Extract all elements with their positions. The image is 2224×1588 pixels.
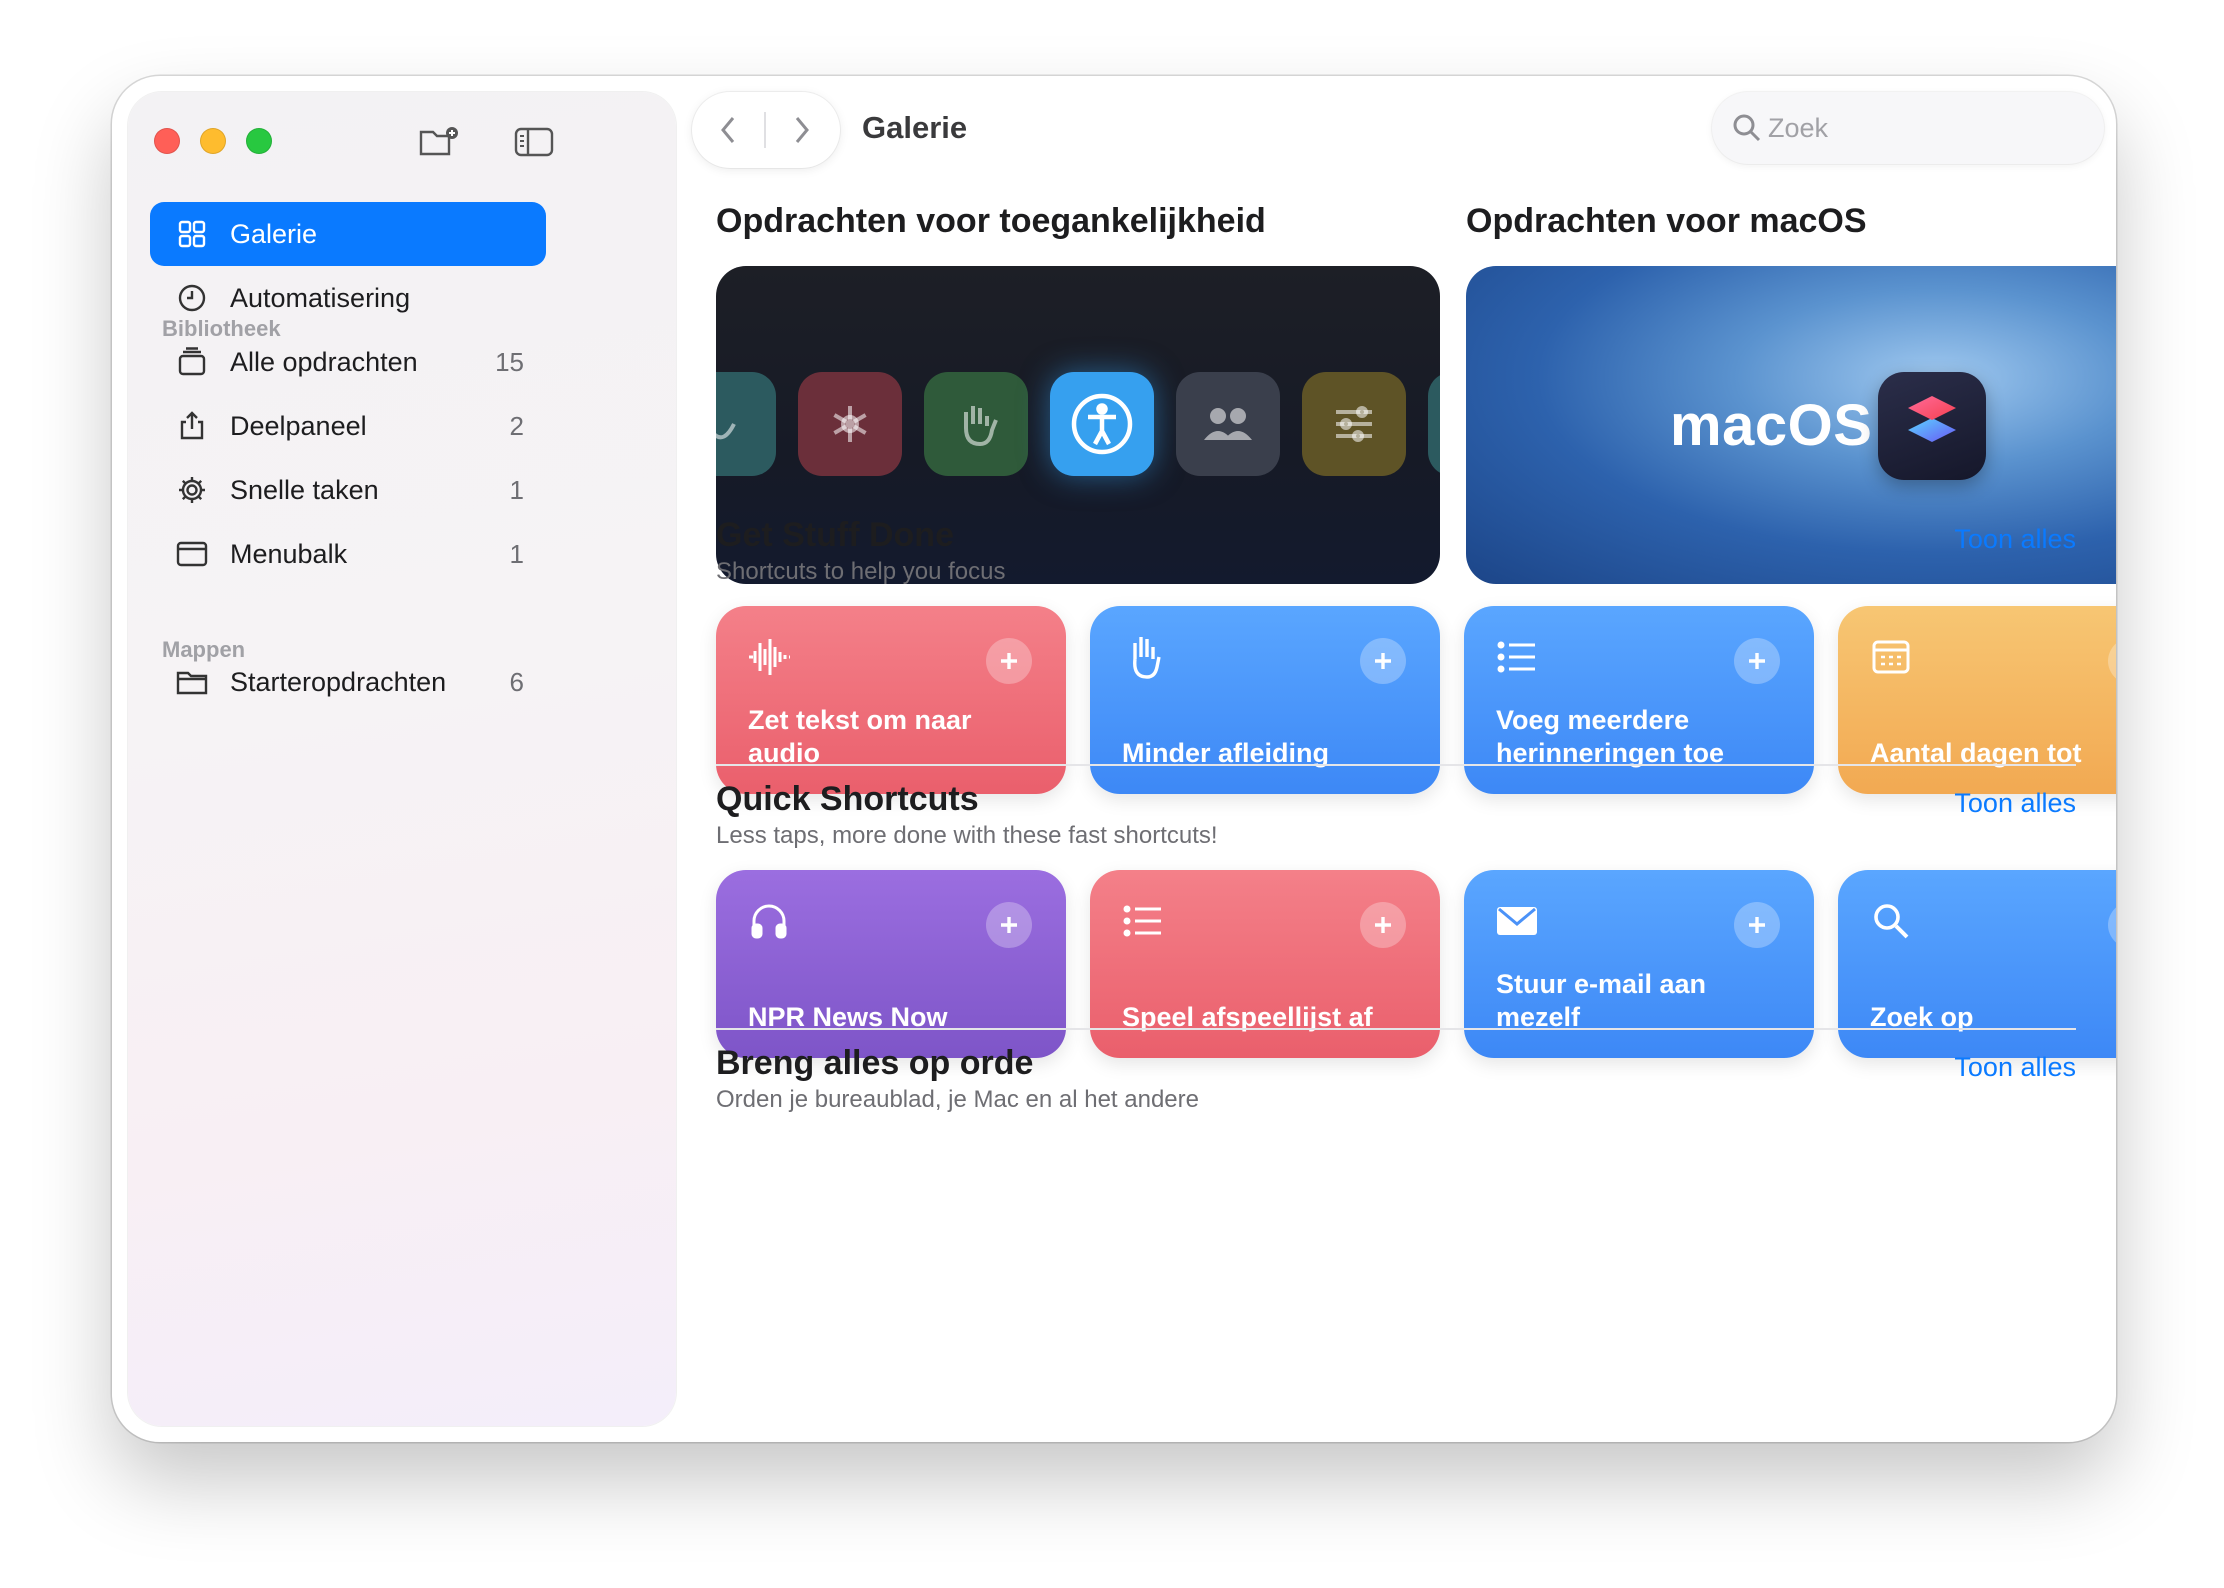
tile-label: Zet tekst om naar audio [748, 705, 972, 768]
sidebar-item-galerie[interactable]: Galerie [150, 202, 546, 266]
shortcut-tile[interactable]: NPR News Now [716, 870, 1066, 1058]
list-icon [1120, 898, 1166, 944]
section-title: Breng alles op orde [716, 1044, 1034, 1082]
item-count: 2 [509, 410, 524, 441]
shortcut-tile[interactable]: Speel afspeellijst af [1090, 870, 1440, 1058]
add-shortcut-button[interactable] [2108, 638, 2116, 684]
item-count: 1 [509, 538, 524, 569]
add-shortcut-button[interactable] [1360, 638, 1406, 684]
clock-icon [172, 278, 212, 318]
shortcut-tile[interactable]: Zoek op [1838, 870, 2116, 1058]
headphones-icon [746, 898, 792, 944]
grid-icon [172, 214, 212, 254]
calendar-icon [1868, 634, 1914, 680]
sidebar-item-starteropdrachten[interactable]: Starteropdrachten 6 [150, 650, 546, 714]
sidebar-item-snelle-taken[interactable]: Snelle taken 1 [150, 458, 546, 522]
envelope-icon [1494, 898, 1540, 944]
sidebar-item-menubalk[interactable]: Menubalk 1 [150, 522, 546, 586]
show-all-link[interactable]: Toon alles [1954, 1052, 2076, 1083]
sidebar-item-label: Automatisering [230, 282, 411, 313]
section-divider [716, 764, 2076, 766]
section-divider [716, 1028, 2076, 1030]
add-app-icon [1428, 372, 1440, 476]
close-window-button[interactable] [154, 128, 180, 154]
share-icon [172, 406, 212, 446]
shortcut-tile[interactable]: Aantal dagen tot [1838, 606, 2116, 794]
search-icon [1868, 898, 1914, 944]
sidebar-item-label: Menubalk [230, 538, 348, 569]
zoom-window-button[interactable] [246, 128, 272, 154]
show-all-link[interactable]: Toon alles [1954, 788, 2076, 819]
sidebar: Galerie Automatisering Bibliotheek Alle … [128, 92, 676, 1426]
tile-label: Voeg meerdere herinneringen toe [1496, 705, 1725, 768]
sliders-app-icon [1302, 372, 1406, 476]
sidebar-item-deelpaneel[interactable]: Deelpaneel 2 [150, 394, 546, 458]
add-shortcut-button[interactable] [1734, 902, 1780, 948]
tile-label: Stuur e-mail aan mezelf [1496, 969, 1707, 1032]
show-all-link[interactable]: Toon alles [1954, 524, 2076, 555]
new-folder-icon[interactable] [418, 122, 462, 162]
stack-icon [172, 342, 212, 382]
waveform-icon [746, 634, 792, 680]
accessibility-app-icon [1050, 372, 1154, 476]
featured-title: Opdrachten voor toegankelijkheid [716, 202, 1266, 240]
add-shortcut-button[interactable] [1734, 638, 1780, 684]
sidebar-item-label: Deelpaneel [230, 410, 367, 441]
medical-app-icon [798, 372, 902, 476]
section-subtitle: Shortcuts to help you focus [716, 558, 1006, 585]
shortcut-tile[interactable]: Zet tekst om naar audio [716, 606, 1066, 794]
list-icon [1494, 634, 1540, 680]
app-window: Galerie Automatisering Bibliotheek Alle … [112, 76, 2116, 1442]
shortcuts-app-icon [1878, 372, 1986, 480]
hand-app-icon [924, 372, 1028, 476]
gallery-content: Opdrachten voor toegankelijkheid Opdrach… [676, 76, 2116, 1442]
sidebar-item-label: Alle opdrachten [230, 346, 418, 377]
item-count: 1 [509, 474, 524, 505]
sidebar-item-label: Starteropdrachten [230, 666, 447, 697]
section-title: Get Stuff Done [716, 516, 954, 554]
add-shortcut-button[interactable] [1360, 902, 1406, 948]
add-shortcut-button[interactable] [2108, 902, 2116, 948]
section-subtitle: Orden je bureaublad, je Mac en al het an… [716, 1086, 1199, 1113]
section-subtitle: Less taps, more done with these fast sho… [716, 822, 1218, 849]
add-shortcut-button[interactable] [986, 638, 1032, 684]
minimize-window-button[interactable] [200, 128, 226, 154]
hand-icon [1120, 634, 1166, 680]
shortcut-tile[interactable]: Stuur e-mail aan mezelf [1464, 870, 1814, 1058]
sidebar-toggle-icon[interactable] [512, 122, 556, 162]
sidebar-item-alle-opdrachten[interactable]: Alle opdrachten 15 [150, 330, 546, 394]
menubar-icon [172, 534, 212, 574]
shortcut-tile[interactable]: Minder afleiding [1090, 606, 1440, 794]
section-title: Quick Shortcuts [716, 780, 979, 818]
people-app-icon [1176, 372, 1280, 476]
sidebar-item-label: Snelle taken [230, 474, 379, 505]
item-count: 15 [495, 346, 524, 377]
add-shortcut-button[interactable] [986, 902, 1032, 948]
featured-title: Opdrachten voor macOS [1466, 202, 1867, 240]
item-count: 6 [509, 666, 524, 697]
folder-icon [172, 662, 212, 702]
hearing-app-icon [716, 372, 776, 476]
gear-icon [172, 470, 212, 510]
macos-label: macOS [1670, 393, 1873, 458]
shortcut-tile[interactable]: Voeg meerdere herinneringen toe [1464, 606, 1814, 794]
sidebar-item-label: Galerie [230, 218, 318, 249]
